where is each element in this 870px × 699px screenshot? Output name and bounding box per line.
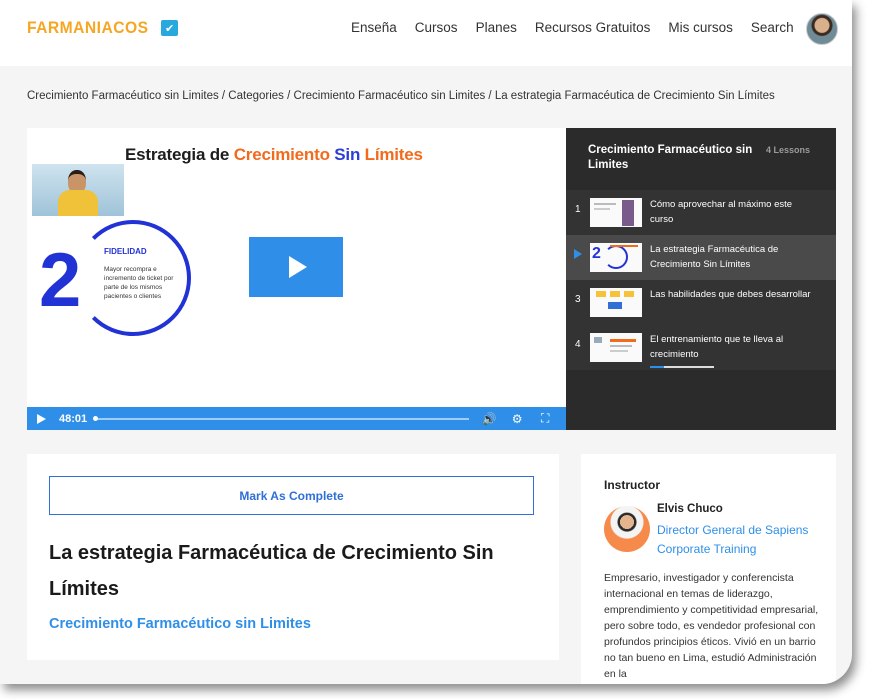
nav-mis-cursos[interactable]: Mis cursos [668,20,733,35]
playlist-item-number: 4 [575,339,581,350]
big-play-button[interactable] [249,237,343,297]
playlist-item-thumbnail [590,333,642,362]
playlist-item-number: 1 [575,204,581,215]
playlist-item-number: 3 [575,294,581,305]
instructor-bio: Empresario, investigador y conferencista… [604,572,819,680]
control-play-icon[interactable] [37,413,46,424]
slide-text: Mayor recompra e incremento de ticket po… [104,266,174,300]
logo-check-icon: ✔ [161,20,179,36]
playlist-item-active[interactable]: 2 La estrategia Farmacéutica de Crecimie… [566,235,836,280]
video-player[interactable]: Estrategia de Crecimiento Sin Límites 2 … [27,128,566,430]
presenter-body [58,190,98,216]
playlist-item-label: Las habilidades que debes desarrollar [650,289,811,300]
playlist-title: Crecimiento Farmacéutico sin Limites [588,144,753,171]
instructor-heading: Instructor [604,478,661,492]
playlist-item[interactable]: 4 El entrenamiento que te lleva al creci… [566,325,836,370]
playlist-item-thumbnail: 2 [590,243,642,272]
instructor-role: Director General de Sapiens Corporate Tr… [657,523,809,556]
playlist-count: 4 Lessons [766,145,811,155]
playlist-item[interactable]: 1 Cómo aprovechar al máximo este curso [566,190,836,235]
playlist-item-thumbnail [590,198,642,227]
presenter-webcam [32,164,124,216]
user-avatar[interactable] [806,13,838,45]
video-controls: 48:01 🔊 ⚙ ⛶ [27,407,566,430]
playlist-item-label: El entrenamiento que te lleva al crecimi… [650,334,784,360]
playlist-item-label: La estrategia Farmacéutica de Crecimient… [650,244,779,270]
page-frame: FARMANIACOS ✔ Enseña Cursos Planes Recur… [0,0,852,684]
slide-number: 2 [39,238,82,323]
slide-title-part: Crecimiento [233,145,335,164]
lesson-title: La estrategia Farmacéutica de Crecimient… [49,542,494,600]
video-time: 48:01 [59,412,88,425]
slide-heading: FIDELIDAD [104,247,147,256]
nav-recursos-gratuitos[interactable]: Recursos Gratuitos [535,20,651,35]
video-progress-bar[interactable] [93,415,470,421]
playlist-item-thumbnail [590,288,642,317]
playlist-item-label: Cómo aprovechar al máximo este curso [650,199,793,225]
logo-text: FARMANIACOS [27,18,149,37]
settings-gear-icon[interactable]: ⚙ [509,412,525,426]
slide-title-part: Estrategia de [125,145,234,164]
slide-title: Estrategia de Crecimiento Sin Límites [125,145,423,165]
nav-planes[interactable]: Planes [476,20,517,35]
current-lesson-arrow-icon [574,249,582,259]
breadcrumb[interactable]: Crecimiento Farmacéutico sin Limites / C… [27,90,775,102]
nav-cursos[interactable]: Cursos [415,20,458,35]
course-link[interactable]: Crecimiento Farmacéutico sin Limites [49,616,311,632]
nav-ensena[interactable]: Enseña [351,20,397,35]
lesson-progress-bar [650,366,714,368]
volume-icon[interactable]: 🔊 [481,412,497,426]
lesson-playlist: Crecimiento Farmacéutico sin Limites 4 L… [566,128,836,430]
lesson-progress-fill [650,366,665,368]
mark-as-complete-button[interactable]: Mark As Complete [49,476,534,515]
slide-title-part: Límites [364,145,423,164]
instructor-name: Elvis Chuco [657,503,723,515]
play-icon [289,256,307,278]
lesson-card: Mark As Complete La estrategia Farmacéut… [27,454,559,660]
fullscreen-icon[interactable]: ⛶ [537,411,553,426]
main-nav: Enseña Cursos Planes Recursos Gratuitos … [351,20,812,35]
nav-search[interactable]: Search [751,20,794,35]
slide-title-part: Sin [334,145,365,164]
instructor-card: Instructor Elvis Chuco Director General … [581,454,836,684]
instructor-photo [604,506,650,552]
progress-knob[interactable] [93,415,99,421]
site-header: FARMANIACOS ✔ Enseña Cursos Planes Recur… [0,0,852,66]
site-logo[interactable]: FARMANIACOS ✔ [27,17,179,39]
playlist-item[interactable]: 3 Las habilidades que debes desarrollar [566,280,836,325]
